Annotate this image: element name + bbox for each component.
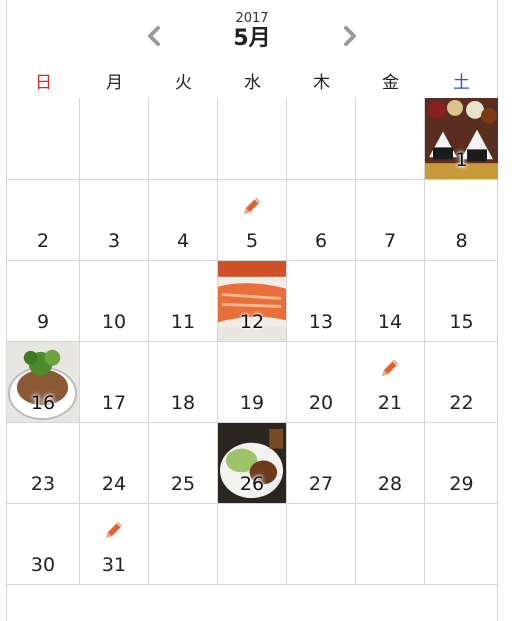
day-cell-5[interactable]: 5	[218, 180, 287, 261]
weekday-fri: 金	[382, 73, 399, 93]
chevron-left-icon	[148, 26, 160, 46]
day-cell-18[interactable]: 18	[149, 342, 218, 423]
day-cell-20[interactable]: 20	[287, 342, 356, 423]
day-number: 12	[239, 311, 265, 333]
empty-cell	[7, 98, 80, 180]
day-number: 23	[30, 473, 56, 495]
day-number: 20	[308, 392, 334, 414]
day-number: 14	[377, 311, 403, 333]
day-cell-9[interactable]: 9	[7, 261, 80, 342]
day-cell-13[interactable]: 13	[287, 261, 356, 342]
empty-cell	[287, 98, 356, 180]
pencil-icon	[106, 522, 122, 538]
prev-month-button[interactable]	[140, 22, 168, 50]
day-number: 15	[449, 311, 474, 333]
day-number: 18	[170, 392, 196, 414]
day-cell-16[interactable]: 16	[7, 342, 80, 423]
day-cell-25[interactable]: 25	[149, 423, 218, 504]
day-number: 5	[245, 230, 259, 252]
day-cell-28[interactable]: 28	[356, 423, 425, 504]
day-number: 30	[30, 554, 56, 576]
empty-cell	[356, 504, 425, 585]
day-cell-19[interactable]: 19	[218, 342, 287, 423]
day-number: 25	[170, 473, 196, 495]
day-number: 13	[308, 311, 334, 333]
day-number: 7	[383, 230, 397, 252]
day-cell-4[interactable]: 4	[149, 180, 218, 261]
calendar-frame: 2017 5月 日 月 火 水 木 金 土 1 2 3 4 5 6 7 8 9 10 11 12 13 1…	[6, 0, 498, 621]
day-number: 19	[239, 392, 265, 414]
day-cell-8[interactable]: 8	[425, 180, 498, 261]
day-cell-11[interactable]: 11	[149, 261, 218, 342]
day-cell-24[interactable]: 24	[80, 423, 149, 504]
pencil-icon	[244, 198, 260, 214]
day-number: 27	[308, 473, 334, 495]
day-cell-26[interactable]: 26	[218, 423, 287, 504]
day-cell-1[interactable]: 1	[425, 98, 498, 180]
day-cell-30[interactable]: 30	[7, 504, 80, 585]
month-label: 5月	[233, 26, 271, 51]
day-number: 31	[101, 554, 127, 576]
day-cell-31[interactable]: 31	[80, 504, 149, 585]
day-number: 10	[101, 311, 127, 333]
day-cell-2[interactable]: 2	[7, 180, 80, 261]
weekday-wed: 水	[244, 73, 261, 93]
empty-cell	[80, 98, 149, 180]
day-cell-15[interactable]: 15	[425, 261, 498, 342]
day-number: 6	[314, 230, 328, 252]
year-label: 2017	[235, 11, 269, 26]
empty-cell	[356, 98, 425, 180]
day-number: 17	[101, 392, 127, 414]
chevron-right-icon	[344, 26, 356, 46]
empty-cell	[425, 504, 498, 585]
day-cell-14[interactable]: 14	[356, 261, 425, 342]
day-number: 26	[239, 473, 265, 495]
calendar-grid: 1 2 3 4 5 6 7 8 9 10 11 12 13 14 15 16 17 18 19 20 21 22 23 24 2…	[7, 98, 498, 585]
day-cell-21[interactable]: 21	[356, 342, 425, 423]
day-cell-27[interactable]: 27	[287, 423, 356, 504]
day-number: 2	[36, 230, 50, 252]
weekday-tue: 火	[175, 73, 192, 93]
empty-cell	[218, 504, 287, 585]
next-month-button[interactable]	[336, 22, 364, 50]
calendar-header: 2017 5月	[7, 0, 497, 64]
weekday-thu: 木	[313, 73, 330, 93]
day-cell-7[interactable]: 7	[356, 180, 425, 261]
day-cell-10[interactable]: 10	[80, 261, 149, 342]
day-number: 11	[170, 311, 196, 333]
weekday-mon: 月	[106, 73, 123, 93]
day-number: 8	[455, 230, 468, 252]
day-cell-22[interactable]: 22	[425, 342, 498, 423]
pencil-icon	[382, 360, 398, 376]
weekday-sat: 土	[453, 73, 470, 93]
day-number: 4	[176, 230, 190, 252]
weekday-sun: 日	[35, 73, 52, 93]
day-cell-23[interactable]: 23	[7, 423, 80, 504]
day-cell-6[interactable]: 6	[287, 180, 356, 261]
weekday-header: 日 月 火 水 木 金 土	[7, 66, 497, 100]
day-number: 29	[449, 473, 474, 495]
day-cell-17[interactable]: 17	[80, 342, 149, 423]
day-number: 3	[107, 230, 121, 252]
day-cell-3[interactable]: 3	[80, 180, 149, 261]
day-cell-12[interactable]: 12	[218, 261, 287, 342]
empty-cell	[218, 98, 287, 180]
day-number: 16	[30, 392, 56, 414]
day-cell-29[interactable]: 29	[425, 423, 498, 504]
empty-cell	[149, 504, 218, 585]
day-number: 1	[455, 149, 468, 171]
day-number: 21	[377, 392, 403, 414]
day-number: 28	[377, 473, 403, 495]
day-number: 24	[101, 473, 127, 495]
empty-cell	[287, 504, 356, 585]
day-number: 22	[449, 392, 474, 414]
month-title: 2017 5月	[207, 12, 297, 52]
empty-cell	[149, 98, 218, 180]
day-number: 9	[36, 311, 50, 333]
